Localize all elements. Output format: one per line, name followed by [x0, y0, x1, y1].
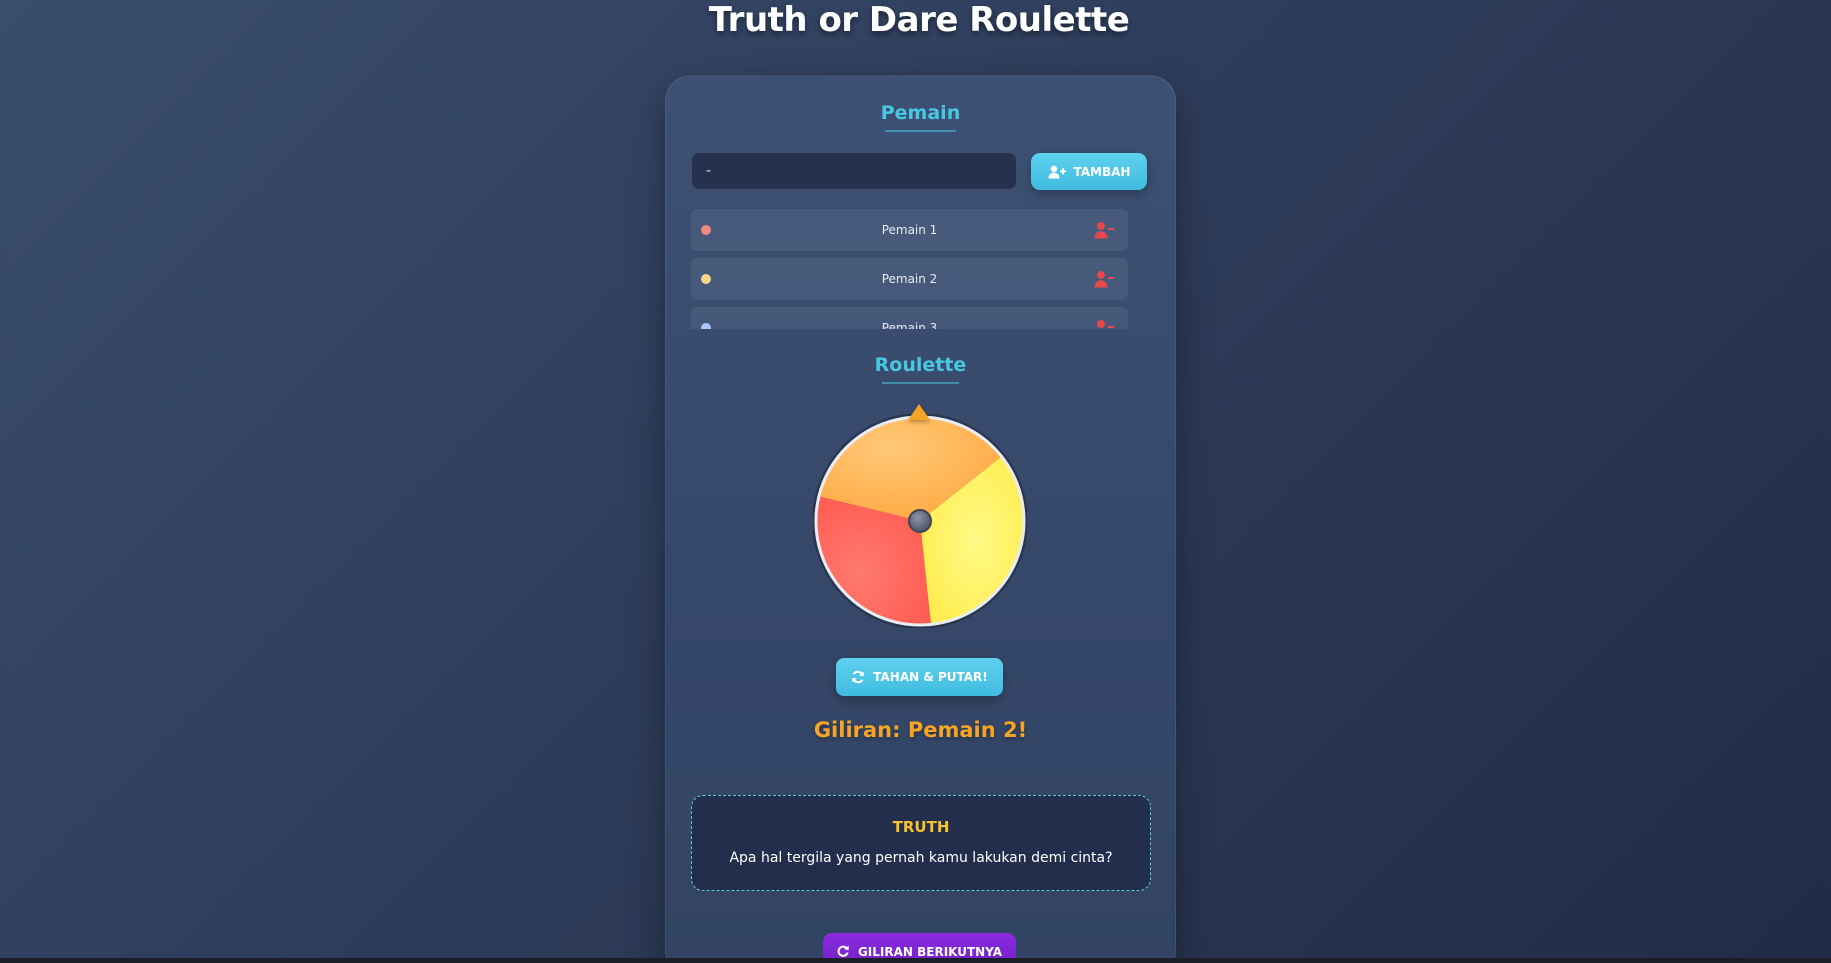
wheel-graphic: [813, 414, 1027, 628]
players-title-underline: [885, 130, 956, 132]
player-item: Pemain 3: [691, 307, 1128, 329]
roulette-title-text: Roulette: [874, 354, 967, 376]
user-minus-icon[interactable]: [1094, 221, 1114, 239]
roulette-wheel[interactable]: [813, 404, 1027, 628]
result-question: Apa hal tergila yang pernah kamu lakukan…: [729, 850, 1113, 866]
sync-icon: [852, 670, 865, 684]
player-name-input[interactable]: [691, 152, 1017, 190]
players-section-title: Pemain: [666, 102, 1175, 132]
spin-button-label: TAHAN & PUTAR!: [873, 670, 988, 684]
user-plus-icon: [1048, 165, 1066, 178]
player-name: Pemain 1: [881, 223, 938, 237]
add-player-label: TAMBAH: [1073, 164, 1131, 179]
spin-button[interactable]: TAHAN & PUTAR!: [836, 658, 1003, 696]
roulette-section-title: Roulette: [666, 354, 1175, 384]
player-color-dot: [701, 274, 711, 284]
wheel-center-hub: [908, 509, 932, 533]
player-list: Pemain 1 Pemain 2 Pemain 3: [691, 209, 1128, 329]
user-minus-icon[interactable]: [1094, 319, 1114, 329]
roulette-title-underline: [882, 382, 959, 384]
player-name: Pemain 2: [881, 272, 938, 286]
page-title: Truth or Dare Roulette: [708, 0, 1130, 40]
game-card: Pemain TAMBAH Pemain 1 P: [665, 75, 1176, 963]
player-item: Pemain 1: [691, 209, 1128, 251]
user-minus-icon[interactable]: [1094, 270, 1114, 288]
result-type: TRUTH: [892, 818, 950, 836]
add-player-button[interactable]: TAMBAH: [1031, 153, 1147, 190]
player-name: Pemain 3: [881, 321, 938, 329]
player-list-container[interactable]: Pemain 1 Pemain 2 Pemain 3: [691, 209, 1151, 329]
redo-icon: [837, 945, 849, 957]
bottom-window-bar: [0, 958, 1831, 963]
wheel-pointer-icon: [908, 404, 930, 420]
players-title-text: Pemain: [880, 102, 961, 124]
current-turn-text: Giliran: Pemain 2!: [813, 718, 1028, 742]
player-color-dot: [701, 225, 711, 235]
result-box: TRUTH Apa hal tergila yang pernah kamu l…: [691, 795, 1151, 891]
player-color-dot: [701, 323, 711, 329]
player-item: Pemain 2: [691, 258, 1128, 300]
next-turn-label: GILIRAN BERIKUTNYA: [857, 945, 1003, 959]
